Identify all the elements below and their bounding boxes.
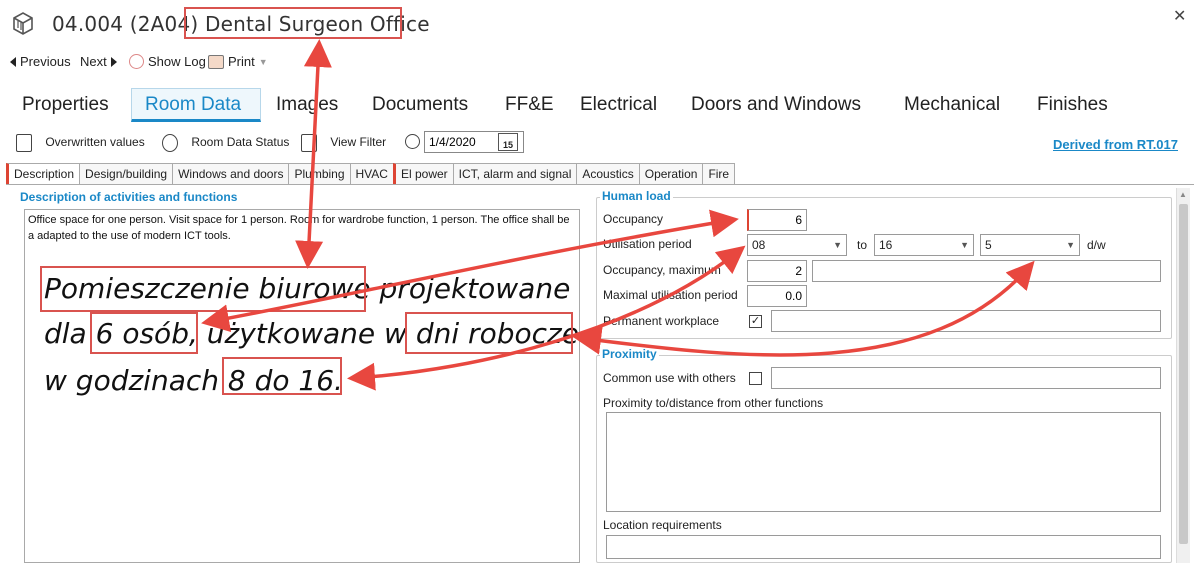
- utilisation-period-label: Utilisation period: [603, 237, 692, 251]
- tab-documents[interactable]: Documents: [372, 94, 468, 116]
- tab-properties[interactable]: Properties: [22, 94, 109, 116]
- location-requirements-textarea[interactable]: [606, 535, 1161, 559]
- subtab-design-building[interactable]: Design/building: [79, 163, 174, 184]
- location-requirements-label: Location requirements: [603, 518, 722, 532]
- subtab-ict-alarm-signal[interactable]: ICT, alarm and signal: [452, 163, 578, 184]
- print-button[interactable]: Print ▼: [208, 54, 268, 69]
- days-per-week-select[interactable]: 5 ▼: [980, 234, 1080, 256]
- printer-icon: [208, 54, 224, 69]
- log-clock-icon: [129, 54, 144, 69]
- occupancy-max-label: Occupancy, maximum: [603, 263, 721, 277]
- view-filter-button[interactable]: View Filter: [301, 134, 386, 152]
- scroll-up-arrow-icon[interactable]: ▲: [1176, 188, 1190, 202]
- annotation-box-hours: [222, 357, 342, 395]
- tab-doors-and-windows[interactable]: Doors and Windows: [691, 94, 861, 116]
- occupancy-input[interactable]: [747, 209, 807, 231]
- annotation-box-office: [40, 266, 366, 312]
- show-log-button[interactable]: Show Log: [129, 54, 206, 69]
- derived-from-link[interactable]: Derived from RT.017: [1053, 137, 1178, 152]
- room-data-status-button[interactable]: Room Data Status: [162, 134, 289, 152]
- max-utilisation-label: Maximal utilisation period: [603, 288, 738, 302]
- common-use-label: Common use with others: [603, 371, 736, 385]
- subtab-acoustics[interactable]: Acoustics: [576, 163, 640, 184]
- tab-electrical[interactable]: Electrical: [580, 94, 657, 116]
- close-icon[interactable]: ✕: [1173, 6, 1186, 26]
- history-clock-icon: [405, 134, 420, 150]
- chevron-down-icon: ▼: [833, 240, 842, 250]
- subtab-hvac[interactable]: HVAC: [349, 163, 394, 184]
- subtab-windows-and-doors[interactable]: Windows and doors: [172, 163, 290, 184]
- triangle-right-icon: [110, 56, 117, 67]
- calendar-icon[interactable]: 15: [498, 133, 518, 151]
- annotation-phrase-designed: projektowane: [379, 272, 571, 305]
- human-load-title: Human load: [600, 189, 673, 203]
- triangle-left-icon: [10, 56, 16, 67]
- proximity-distance-textarea[interactable]: [606, 412, 1161, 512]
- subtab-plumbing[interactable]: Plumbing: [288, 163, 351, 184]
- utilisation-from-select[interactable]: 08 ▼: [747, 234, 847, 256]
- overwritten-values-button[interactable]: Overwritten values: [16, 134, 145, 152]
- annotation-box-people: [90, 312, 198, 354]
- to-label: to: [857, 238, 868, 252]
- checklist-icon: [16, 134, 32, 152]
- room-code: 04.004 (2A04): [52, 12, 199, 36]
- permanent-workplace-note-input[interactable]: [771, 310, 1161, 332]
- max-utilisation-input[interactable]: [747, 285, 807, 307]
- tab-ffe[interactable]: FF&E: [505, 94, 554, 116]
- subtab-fire[interactable]: Fire: [702, 163, 736, 184]
- tab-images[interactable]: Images: [276, 94, 338, 116]
- tab-room-data[interactable]: Room Data: [145, 94, 241, 116]
- occupancy-max-input[interactable]: [747, 260, 807, 282]
- subtab-operation[interactable]: Operation: [638, 163, 704, 184]
- proximity-title: Proximity: [600, 347, 659, 361]
- description-text: Office space for one person. Visit space…: [28, 214, 570, 242]
- next-button[interactable]: Next: [80, 54, 117, 69]
- subtab-el-power[interactable]: El power: [392, 163, 454, 184]
- status-icon: [162, 134, 178, 152]
- tab-mechanical[interactable]: Mechanical: [904, 94, 1000, 116]
- annotation-box-title: [184, 7, 402, 39]
- occupancy-label: Occupancy: [603, 212, 664, 226]
- chevron-down-icon: ▼: [1066, 240, 1075, 250]
- divider: [6, 184, 1194, 185]
- previous-button[interactable]: Previous: [10, 54, 71, 69]
- permanent-workplace-checkbox[interactable]: ✓: [749, 315, 762, 328]
- sub-tab-bar: Description Design/building Windows and …: [6, 163, 736, 185]
- annotation-box-workdays: [405, 312, 573, 354]
- subtab-description[interactable]: Description: [6, 163, 81, 185]
- scrollbar-thumb[interactable]: [1179, 204, 1188, 544]
- common-use-note-input[interactable]: [771, 367, 1161, 389]
- permanent-workplace-label: Permanent workplace: [603, 314, 720, 328]
- tab-finishes[interactable]: Finishes: [1037, 94, 1108, 116]
- description-section-title: Description of activities and functions: [20, 190, 238, 204]
- utilisation-to-select[interactable]: 16 ▼: [874, 234, 974, 256]
- chevron-down-icon: ▼: [960, 240, 969, 250]
- filter-icon: [301, 134, 317, 152]
- common-use-checkbox[interactable]: [749, 372, 762, 385]
- occupancy-max-note-input[interactable]: [812, 260, 1161, 282]
- room-cube-icon: [13, 12, 33, 35]
- chevron-down-icon: ▼: [258, 56, 268, 67]
- days-unit-label: d/w: [1087, 238, 1106, 252]
- proximity-distance-label: Proximity to/distance from other functio…: [603, 396, 824, 410]
